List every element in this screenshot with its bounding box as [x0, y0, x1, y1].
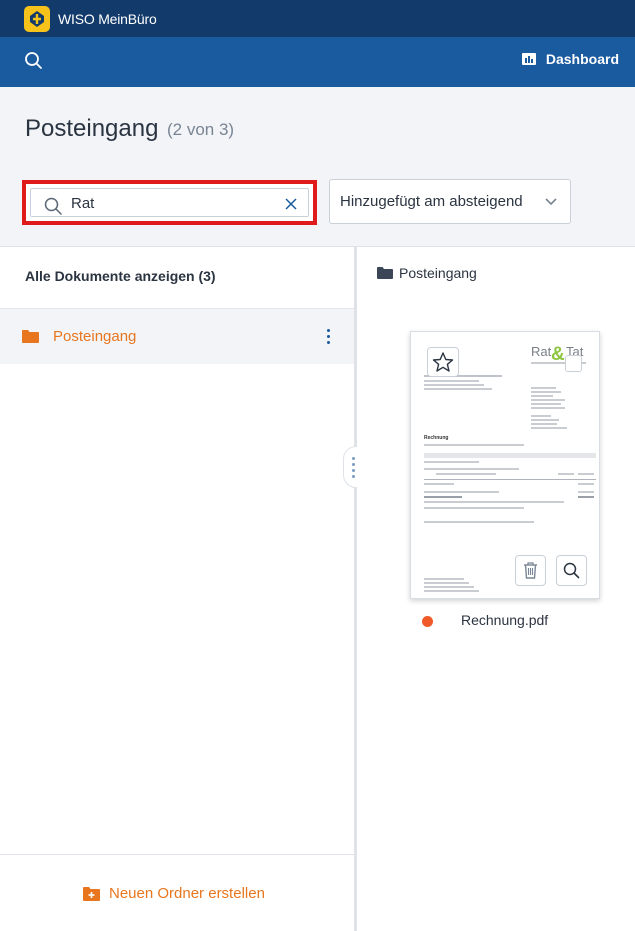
document-filename[interactable]: Rechnung.pdf — [461, 612, 548, 628]
breadcrumb-label: Posteingang — [399, 265, 477, 281]
preview-button[interactable] — [556, 555, 587, 586]
dashboard-link[interactable]: Dashboard — [521, 51, 619, 67]
more-options-icon[interactable] — [320, 327, 336, 347]
divider — [0, 854, 355, 855]
preview-heading: Rechnung — [424, 435, 448, 441]
magnifier-icon — [563, 562, 580, 579]
chevron-down-icon — [545, 198, 557, 206]
search-icon — [44, 197, 62, 215]
folder-item-posteingang[interactable]: Posteingang — [0, 309, 355, 364]
new-folder-label: Neuen Ordner erstellen — [109, 885, 265, 902]
search-input[interactable] — [71, 192, 271, 214]
sort-dropdown[interactable]: Hinzugefügt am absteigend — [329, 179, 571, 224]
favorite-button[interactable] — [427, 347, 459, 377]
sort-selected: Hinzugefügt am absteigend — [340, 193, 523, 210]
folder-plus-icon — [83, 886, 100, 901]
page-header: Posteingang (2 von 3) Hinzugefügt am abs… — [0, 87, 635, 247]
breadcrumb: Posteingang — [377, 265, 477, 281]
preview-logo-left: Rat — [531, 344, 552, 359]
all-documents-link[interactable]: Alle Dokumente anzeigen (3) — [25, 268, 216, 284]
close-icon[interactable] — [284, 197, 298, 211]
search-field[interactable] — [30, 188, 309, 217]
page-count: (2 von 3) — [167, 120, 235, 139]
document-card[interactable]: Rat & Tat Rechnung — [410, 331, 600, 599]
preview-logo-amp: & — [551, 344, 565, 365]
trash-icon — [524, 562, 537, 579]
page-title: Posteingang — [25, 115, 159, 142]
app-topbar: WISO MeinBüro — [0, 0, 635, 37]
dashboard-label: Dashboard — [545, 51, 619, 67]
new-folder-button[interactable]: Neuen Ordner erstellen — [83, 885, 265, 902]
folder-icon — [377, 267, 393, 279]
delete-button[interactable] — [515, 555, 546, 586]
chart-icon — [521, 53, 536, 65]
app-logo-icon — [24, 5, 50, 32]
folder-label: Posteingang — [53, 328, 137, 345]
app-title: WISO MeinBüro — [58, 10, 157, 27]
document-panel: Posteingang Rat & Tat Rechnung Rechnung.… — [357, 247, 635, 931]
select-checkbox[interactable] — [565, 355, 582, 372]
star-icon — [432, 352, 454, 372]
status-indicator — [422, 616, 433, 627]
folder-icon — [22, 330, 39, 343]
search-icon[interactable] — [22, 49, 46, 73]
search-highlight — [22, 180, 317, 225]
navbar: Dashboard — [0, 37, 635, 87]
folder-panel: Alle Dokumente anzeigen (3) Posteingang … — [0, 247, 355, 931]
